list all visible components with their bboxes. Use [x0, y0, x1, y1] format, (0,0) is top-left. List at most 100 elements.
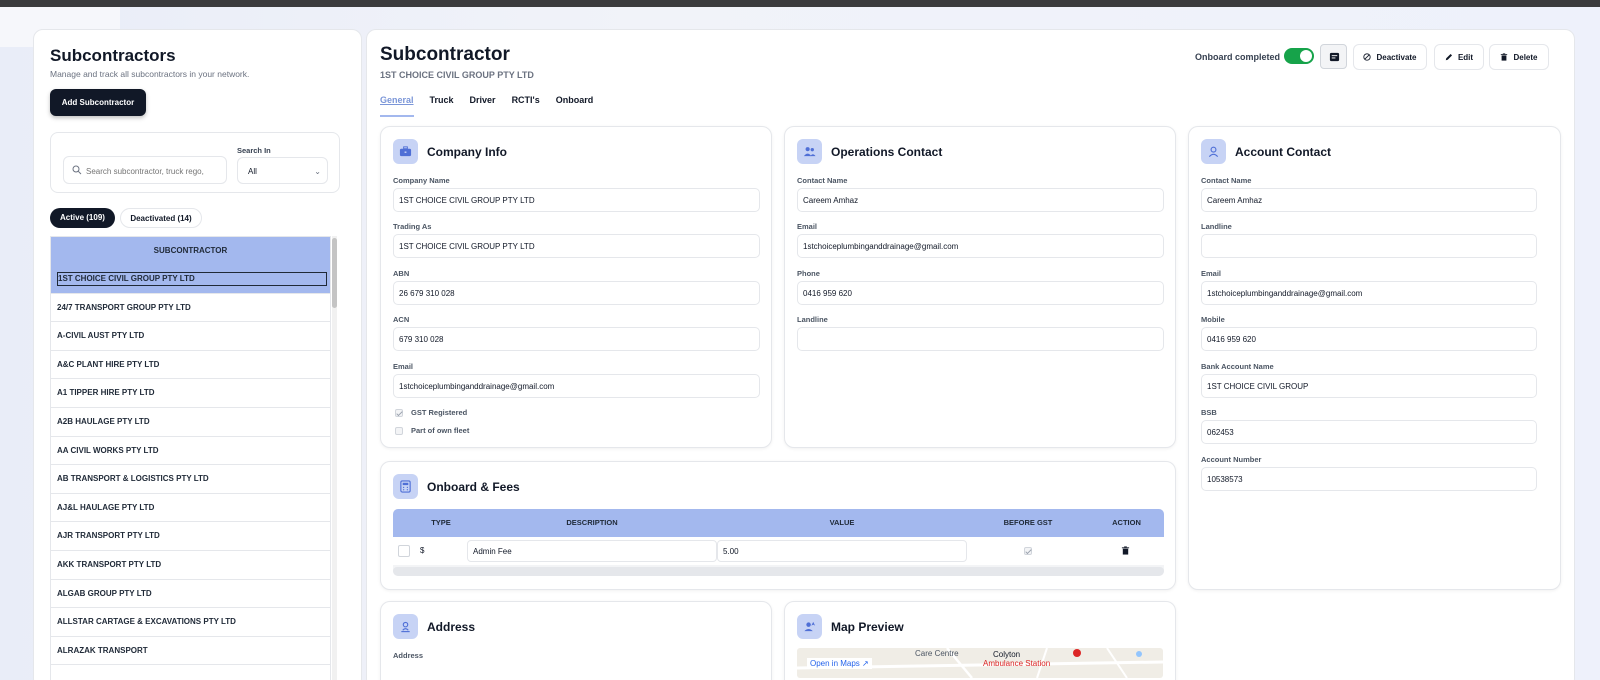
row-label: 1ST CHOICE CIVIL GROUP PTY LTD — [57, 272, 327, 286]
gst-registered-checkbox[interactable] — [395, 408, 403, 417]
table-row[interactable]: A2B HAULAGE PTY LTD — [51, 407, 330, 437]
onboard-fees-card: Onboard & Fees TYPE DESCRIPTION VALUE BE… — [380, 461, 1176, 590]
landline-field[interactable] — [1201, 234, 1537, 258]
email-field[interactable]: 1stchoiceplumbinganddrainage@gmail.com — [1201, 281, 1537, 305]
search-input[interactable] — [86, 161, 222, 181]
search-in-value: All — [248, 167, 257, 176]
table-row[interactable]: AB TRANSPORT & LOGISTICS PTY LTD — [51, 465, 330, 494]
sidebar-title: Subcontractors — [50, 46, 176, 65]
company-info-card: Company Info Company Name 1ST CHOICE CIV… — [380, 126, 772, 448]
email-field[interactable]: 1stchoiceplumbinganddrainage@gmail.com — [393, 374, 760, 398]
table-row[interactable]: AJR TRANSPORT PTY LTD — [51, 522, 330, 551]
search-box[interactable] — [63, 156, 227, 184]
fees-table-scrollbar[interactable] — [393, 567, 1164, 576]
contact-name-field[interactable]: Careem Amhaz — [1201, 188, 1537, 212]
tab-deactivated[interactable]: Deactivated (14) — [120, 208, 202, 228]
search-in-select[interactable]: All ⌄ — [237, 157, 328, 184]
notes-button[interactable] — [1320, 44, 1347, 69]
edit-label: Edit — [1457, 52, 1474, 62]
own-fleet-label: Part of own fleet — [411, 426, 470, 435]
table-row[interactable]: A&C PLANT HIRE PTY LTD — [51, 350, 330, 380]
row-select-checkbox[interactable] — [398, 545, 410, 557]
fees-icon-badge — [393, 474, 418, 499]
page-subtitle: 1ST CHOICE CIVIL GROUP PTY LTD — [380, 70, 534, 80]
table-row[interactable]: AKK TRANSPORT PTY LTD — [51, 550, 330, 580]
table-row[interactable]: AJ&L HAULAGE PTY LTD — [51, 493, 330, 523]
acn-field[interactable]: 679 310 028 — [393, 327, 760, 351]
card-title: Address — [427, 620, 476, 634]
tab-general[interactable]: General — [380, 95, 414, 117]
users-icon — [803, 147, 816, 157]
mobile-field[interactable]: 0416 959 620 — [1201, 327, 1537, 351]
address-label: Address — [393, 651, 424, 660]
description-column-header: DESCRIPTION — [566, 518, 618, 527]
action-column-header: ACTION — [1112, 518, 1141, 527]
tab-truck[interactable]: Truck — [430, 95, 454, 117]
table-row[interactable]: ALRAZAK TRANSPORT — [51, 636, 330, 666]
bank-account-name-field[interactable]: 1ST CHOICE CIVIL GROUP — [1201, 374, 1537, 398]
account-contact-card: Account Contact Contact Name Careem Amha… — [1188, 126, 1561, 590]
map-preview[interactable]: Open in Maps ↗ Care Centre Colyton Ambul… — [797, 648, 1163, 678]
window-top-bar — [0, 0, 1600, 7]
tab-rctis[interactable]: RCTI's — [512, 95, 540, 117]
own-fleet-checkbox[interactable] — [395, 426, 403, 435]
account-icon-badge — [1201, 139, 1226, 164]
table-row[interactable]: AA CIVIL WORKS PTY LTD — [51, 436, 330, 466]
ban-icon — [1363, 53, 1372, 61]
before-gst-column-header: BEFORE GST — [1003, 518, 1053, 527]
select-column-header — [393, 509, 415, 537]
trading-as-label: Trading As — [393, 222, 432, 231]
table-row[interactable]: 1ST CHOICE CIVIL GROUP PTY LTD — [51, 265, 330, 294]
edit-button[interactable]: Edit — [1434, 44, 1484, 70]
bsb-field[interactable]: 062453 — [1201, 420, 1537, 444]
own-fleet-row[interactable]: Part of own fleet — [395, 426, 469, 435]
onboard-completed-label: Onboard completed — [1195, 52, 1281, 62]
gst-registered-row[interactable]: GST Registered — [395, 408, 467, 417]
map-label-colyton: Colyton — [993, 650, 1021, 659]
email-label: Email — [797, 222, 818, 231]
trash-icon[interactable] — [1121, 546, 1130, 555]
company-name-label: Company Name — [393, 176, 450, 185]
fee-value-field[interactable]: 5.00 — [717, 540, 967, 562]
add-subcontractor-button[interactable]: Add Subcontractor — [50, 89, 146, 116]
contact-name-field[interactable]: Careem Amhaz — [797, 188, 1164, 212]
tab-onboard[interactable]: Onboard — [556, 95, 594, 117]
table-row[interactable]: 24/7 TRANSPORT GROUP PTY LTD — [51, 293, 330, 323]
tab-driver[interactable]: Driver — [470, 95, 496, 117]
map-label-ambulance-station: Ambulance Station — [983, 659, 1051, 668]
company-name-field[interactable]: 1ST CHOICE CIVIL GROUP PTY LTD — [393, 188, 760, 212]
open-in-maps-link[interactable]: Open in Maps ↗ — [807, 658, 872, 669]
table-row[interactable]: A-CIVIL AUST PTY LTD — [51, 322, 330, 351]
deactivate-button[interactable]: Deactivate — [1353, 44, 1427, 70]
fee-description-field[interactable]: Admin Fee — [467, 540, 717, 562]
onboard-completed-toggle[interactable] — [1284, 48, 1314, 64]
table-row[interactable]: ALGAB GROUP PTY LTD — [51, 579, 330, 609]
tab-active[interactable]: Active (109) — [50, 208, 115, 228]
landline-label: Landline — [1201, 222, 1232, 231]
trading-as-field[interactable]: 1ST CHOICE CIVIL GROUP PTY LTD — [393, 234, 760, 258]
landline-label: Landline — [797, 315, 828, 324]
delete-label: Delete — [1513, 52, 1538, 62]
delete-button[interactable]: Delete — [1489, 44, 1549, 70]
account-number-field[interactable]: 10538573 — [1201, 467, 1537, 491]
value-column-header: VALUE — [829, 518, 855, 527]
note-icon — [1329, 52, 1340, 62]
list-scrollbar-thumb[interactable] — [332, 238, 337, 308]
table-header: SUBCONTRACTOR — [51, 237, 330, 265]
phone-field[interactable]: 0416 959 620 — [797, 281, 1164, 305]
landline-field[interactable] — [797, 327, 1164, 351]
user-location-icon — [804, 621, 816, 632]
email-field[interactable]: 1stchoiceplumbinganddrainage@gmail.com — [797, 234, 1164, 258]
before-gst-checkbox[interactable] — [1024, 547, 1032, 555]
search-icon — [72, 165, 82, 175]
table-row[interactable]: A1 TIPPER HIRE PTY LTD — [51, 379, 330, 408]
type-column-header: TYPE — [431, 518, 451, 527]
map-label-care-centre: Care Centre — [915, 649, 959, 658]
card-title: Account Contact — [1235, 145, 1331, 159]
detail-tabs: General Truck Driver RCTI's Onboard — [380, 95, 593, 117]
abn-label: ABN — [393, 269, 410, 278]
map-preview-card: Map Preview Open in Maps ↗ Care Centre C… — [784, 601, 1176, 680]
table-row[interactable]: ALLSTAR CARTAGE & EXCAVATIONS PTY LTD — [51, 608, 330, 637]
bank-account-name-label: Bank Account Name — [1201, 362, 1274, 371]
abn-field[interactable]: 26 679 310 028 — [393, 281, 760, 305]
